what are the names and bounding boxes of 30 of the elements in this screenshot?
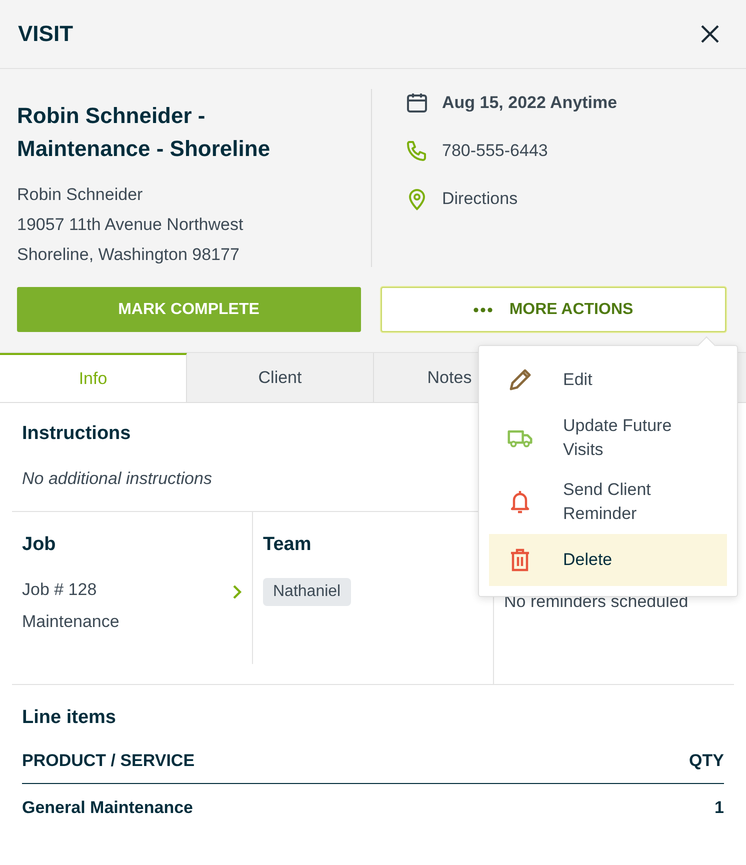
client-name: Robin Schneider xyxy=(17,184,144,206)
menu-item[interactable]: Send Client Reminder xyxy=(489,470,727,534)
calendar-icon xyxy=(405,91,429,115)
menu-item[interactable]: Delete xyxy=(489,534,727,586)
job-number[interactable]: Job # 128 xyxy=(22,580,120,600)
phone-icon[interactable] xyxy=(405,139,429,163)
chevron-right-icon[interactable] xyxy=(232,584,242,600)
panel-title: VISIT xyxy=(18,21,74,47)
address-line: Shoreline, Washington 98177 xyxy=(17,244,240,266)
directions-link[interactable]: Directions xyxy=(442,189,518,209)
visit-date: Aug 15, 2022 Anytime xyxy=(442,93,618,113)
table-cell: 1 xyxy=(714,798,724,818)
section-heading: Team xyxy=(263,534,312,556)
column-header: QTY xyxy=(689,751,724,771)
team-member-tag: Nathaniel xyxy=(263,578,351,606)
section-heading: Instructions xyxy=(22,423,131,445)
phone-link[interactable]: 780-555-6443 xyxy=(442,141,548,161)
section-heading: Job xyxy=(22,534,56,556)
more-dots-icon xyxy=(473,306,494,312)
column-header: PRODUCT / SERVICE xyxy=(22,751,195,771)
close-icon[interactable] xyxy=(700,24,720,44)
pencil-icon xyxy=(507,367,533,393)
table-cell: General Maintenance xyxy=(22,798,194,818)
section-heading: Line items xyxy=(22,707,116,729)
job-type: Maintenance xyxy=(22,612,120,632)
menu-item[interactable]: Update Future Visits xyxy=(489,406,727,470)
instructions-text: No additional instructions xyxy=(22,469,212,489)
more-actions-button[interactable]: MORE ACTIONS xyxy=(380,287,726,332)
visit-title: Robin Schneider - Maintenance - Shoreline xyxy=(17,102,272,163)
address-line: 19057 11th Avenue Northwest xyxy=(17,214,244,236)
